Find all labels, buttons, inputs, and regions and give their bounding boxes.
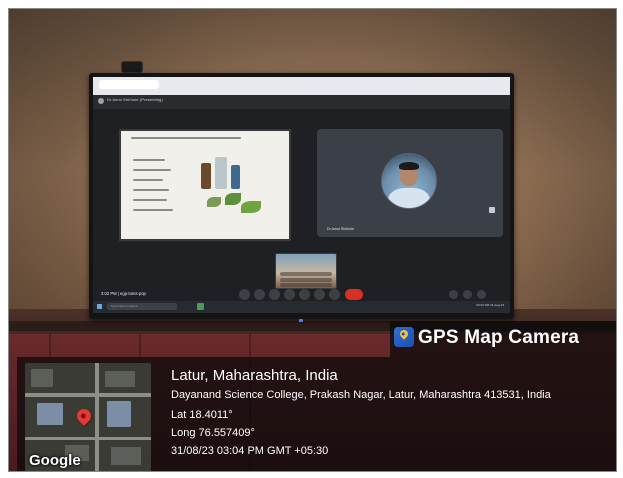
slide-bullet: [133, 169, 171, 171]
tray-date: 31-Aug-23: [489, 303, 504, 307]
map-building: [111, 447, 141, 465]
map-building: [37, 403, 63, 425]
leaf-image: [241, 201, 261, 213]
audience-row: [280, 278, 332, 282]
captions-icon[interactable]: [269, 289, 280, 300]
raise-hand-icon[interactable]: [314, 289, 325, 300]
gps-app-name: GPS Map Camera: [418, 327, 580, 348]
map-pin-icon: [74, 406, 94, 426]
bottle-image: [231, 165, 240, 189]
taskbar-search-placeholder: Type here to search: [111, 304, 138, 308]
map-pin-dot: [79, 412, 87, 420]
map-building: [105, 371, 135, 387]
slide-bullet: [133, 199, 167, 201]
end-call-icon[interactable]: [345, 289, 363, 300]
windows-taskbar: Type here to search 03:03 PM 31-Aug-23: [93, 301, 510, 313]
slide-heading-line: [131, 137, 241, 139]
self-view-tile: [275, 253, 337, 289]
leaf-image: [225, 193, 241, 205]
browser-tab[interactable]: [99, 80, 159, 89]
presenter-icon: [98, 98, 104, 104]
bottle-image: [215, 157, 227, 189]
map-thumbnail: Google: [25, 363, 151, 471]
slide-bullet: [133, 179, 163, 181]
leaf-image: [207, 197, 221, 207]
info-icon[interactable]: [449, 290, 458, 299]
taskbar-search[interactable]: Type here to search: [107, 303, 177, 310]
tray-time: 03:03 PM: [476, 303, 490, 307]
meet-topbar: Dr.Amol Shirhule (Presenting): [93, 95, 510, 109]
gps-stamp-panel: Google Latur, Maharashtra, India Dayanan…: [17, 357, 616, 471]
longitude: Long 76.557409°: [171, 427, 255, 439]
chat-icon[interactable]: [477, 290, 486, 299]
tv-power-led: [299, 319, 303, 322]
location-pin-icon: [398, 328, 410, 340]
tv-display: Dr.Amol Shirhule (Presenting) Dr.Amol Sh…: [89, 73, 514, 322]
taskbar-app-icon[interactable]: [197, 303, 204, 310]
avatar: [381, 153, 437, 209]
mic-icon[interactable]: [239, 289, 250, 300]
slide-bullet: [133, 189, 169, 191]
system-tray: 03:03 PM 31-Aug-23: [476, 303, 504, 307]
speaker-name: Dr.Amol Shirhule: [327, 227, 354, 231]
speaker-tile: Dr.Amol Shirhule: [317, 129, 503, 237]
meeting-time: 3:02 PM: [101, 291, 117, 296]
present-icon[interactable]: [299, 289, 310, 300]
browser-bar: [93, 77, 510, 95]
bottle-image: [201, 163, 211, 189]
map-road: [25, 393, 151, 397]
webcam-icon: [121, 61, 143, 73]
meeting-code: egp-toms-pop: [120, 291, 146, 296]
camera-icon[interactable]: [254, 289, 265, 300]
location-title: Latur, Maharashtra, India: [171, 367, 338, 384]
slide-bullet: [133, 209, 173, 211]
map-building: [107, 401, 131, 427]
emoji-icon[interactable]: [284, 289, 295, 300]
datetime: 31/08/23 03:04 PM GMT +05:30: [171, 445, 329, 457]
shared-slide: [119, 129, 291, 241]
map-road: [25, 437, 151, 440]
more-icon[interactable]: [329, 289, 340, 300]
avatar-shirt: [388, 188, 430, 208]
meeting-info: 3:02 PM | egp-toms-pop: [101, 291, 146, 296]
gps-app-logo-icon: [394, 327, 414, 347]
latitude: Lat 18.4011°: [171, 409, 233, 421]
pin-dot: [401, 331, 406, 337]
slide-bullet: [133, 159, 165, 161]
map-road: [95, 363, 99, 471]
map-brand: Google: [29, 452, 81, 469]
pin-tile-icon[interactable]: [489, 207, 495, 213]
gps-stamp-header: GPS Map Camera: [390, 321, 616, 357]
windows-start-icon[interactable]: [97, 304, 102, 309]
avatar-hair: [399, 162, 419, 170]
presenter-banner: Dr.Amol Shirhule (Presenting): [107, 97, 163, 102]
photo: Dr.Amol Shirhule (Presenting) Dr.Amol Sh…: [8, 8, 617, 472]
tv-screen: Dr.Amol Shirhule (Presenting) Dr.Amol Sh…: [93, 77, 510, 313]
audience-row: [280, 272, 332, 276]
people-icon[interactable]: [463, 290, 472, 299]
map-building: [31, 369, 53, 387]
address: Dayanand Science College, Prakash Nagar,…: [171, 389, 551, 401]
